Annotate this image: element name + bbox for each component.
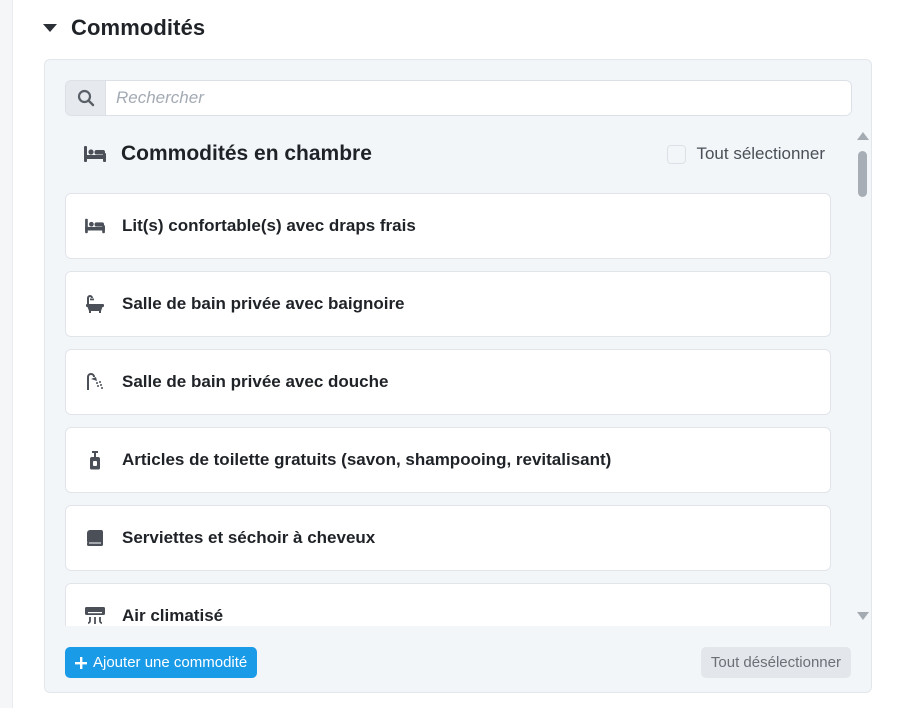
scroll-thumb[interactable] <box>858 151 867 197</box>
scroll-down-icon[interactable] <box>857 612 869 620</box>
item-label: Lit(s) confortable(s) avec draps frais <box>122 216 416 235</box>
air-conditioner-icon <box>84 605 106 626</box>
deselect-all-button[interactable]: Tout désélectionner <box>700 647 851 678</box>
search-input[interactable] <box>105 80 852 116</box>
search-bar <box>65 80 852 116</box>
section-title: Commodités <box>71 15 206 40</box>
bathtub-icon <box>84 293 106 315</box>
shower-icon <box>84 371 106 393</box>
select-all-label: Tout sélectionner <box>696 144 825 163</box>
category-title: Commodités en chambre <box>121 142 372 165</box>
bed-icon <box>84 215 106 237</box>
scroll-up-icon[interactable] <box>857 132 869 140</box>
category-header: Commodités en chambre Tout sélectionner <box>83 138 825 170</box>
select-all[interactable]: Tout sélectionner <box>667 144 825 164</box>
list-item[interactable]: Lit(s) confortable(s) avec draps frais <box>65 193 831 259</box>
soap-bottle-icon <box>84 449 106 471</box>
amenities-list[interactable]: Lit(s) confortable(s) avec draps frais S… <box>65 193 835 626</box>
list-item[interactable]: Salle de bain privée avec douche <box>65 349 831 415</box>
search-icon <box>65 80 105 116</box>
item-label: Serviettes et séchoir à cheveux <box>122 528 376 547</box>
amenities-panel: Commodités en chambre Tout sélectionner … <box>44 59 872 693</box>
plus-icon <box>75 656 87 669</box>
list-item[interactable]: Salle de bain privée avec baignoire <box>65 271 831 337</box>
left-rule <box>0 0 13 708</box>
section-toggle[interactable]: Commodités <box>43 14 205 42</box>
item-label: Salle de bain privée avec douche <box>122 372 389 391</box>
add-amenity-label: Ajouter une commodité <box>93 654 248 671</box>
item-label: Salle de bain privée avec baignoire <box>122 294 405 313</box>
bed-icon <box>83 144 107 164</box>
caret-down-icon <box>43 24 57 32</box>
select-all-checkbox[interactable] <box>667 144 687 164</box>
list-scrollbar[interactable] <box>856 130 870 622</box>
item-label: Air climatisé <box>122 606 224 625</box>
list-item[interactable]: Articles de toilette gratuits (savon, sh… <box>65 427 831 493</box>
list-item[interactable]: Serviettes et séchoir à cheveux <box>65 505 831 571</box>
towel-icon <box>84 527 106 549</box>
deselect-all-label: Tout désélectionner <box>710 654 841 671</box>
list-item[interactable]: Air climatisé <box>65 583 831 626</box>
item-label: Articles de toilette gratuits (savon, sh… <box>122 450 612 469</box>
add-amenity-button[interactable]: Ajouter une commodité <box>65 647 258 678</box>
